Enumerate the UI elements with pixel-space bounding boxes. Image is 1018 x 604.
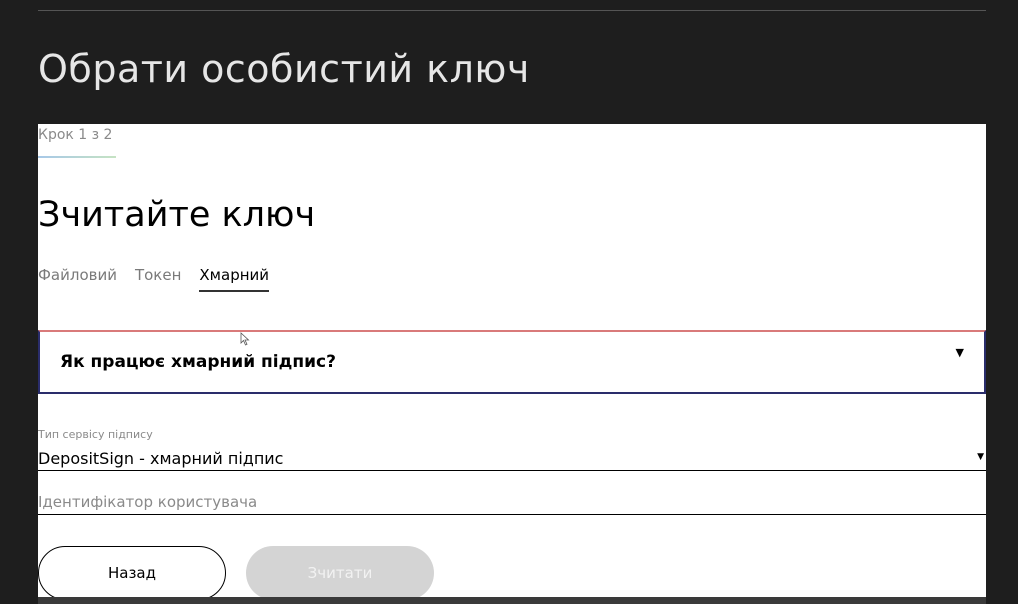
key-type-tabs: Файловий Токен Хмарний: [38, 266, 270, 292]
user-id-input[interactable]: [38, 490, 986, 515]
service-type-value: DepositSign - хмарний підпис: [38, 449, 284, 468]
read-button[interactable]: Зчитати: [246, 546, 434, 600]
tab-cloud[interactable]: Хмарний: [199, 266, 270, 292]
tab-file[interactable]: Файловий: [38, 266, 117, 292]
top-divider: [38, 10, 986, 11]
caret-down-icon: ▼: [977, 452, 984, 462]
page: Обрати особистий ключ Крок 1 з 2 Зчитайт…: [0, 0, 1018, 604]
key-card: Крок 1 з 2 Зчитайте ключ Файловий Токен …: [38, 124, 986, 604]
accordion-title: Як працює хмарний підпис?: [60, 352, 336, 372]
card-heading: Зчитайте ключ: [38, 195, 316, 235]
cloud-signature-accordion[interactable]: Як працює хмарний підпис? ▼: [38, 330, 986, 394]
service-type-select[interactable]: DepositSign - хмарний підпис ▼: [38, 446, 986, 471]
bottom-strip: [38, 597, 986, 604]
back-button[interactable]: Назад: [38, 546, 226, 600]
mouse-cursor-icon: [240, 332, 250, 346]
step-progress-bar: [38, 156, 116, 158]
service-type-label: Тип сервісу підпису: [38, 428, 153, 441]
tab-token[interactable]: Токен: [135, 266, 181, 292]
caret-down-icon: ▼: [955, 346, 964, 359]
step-indicator: Крок 1 з 2: [38, 127, 113, 143]
page-title: Обрати особистий ключ: [38, 47, 530, 91]
